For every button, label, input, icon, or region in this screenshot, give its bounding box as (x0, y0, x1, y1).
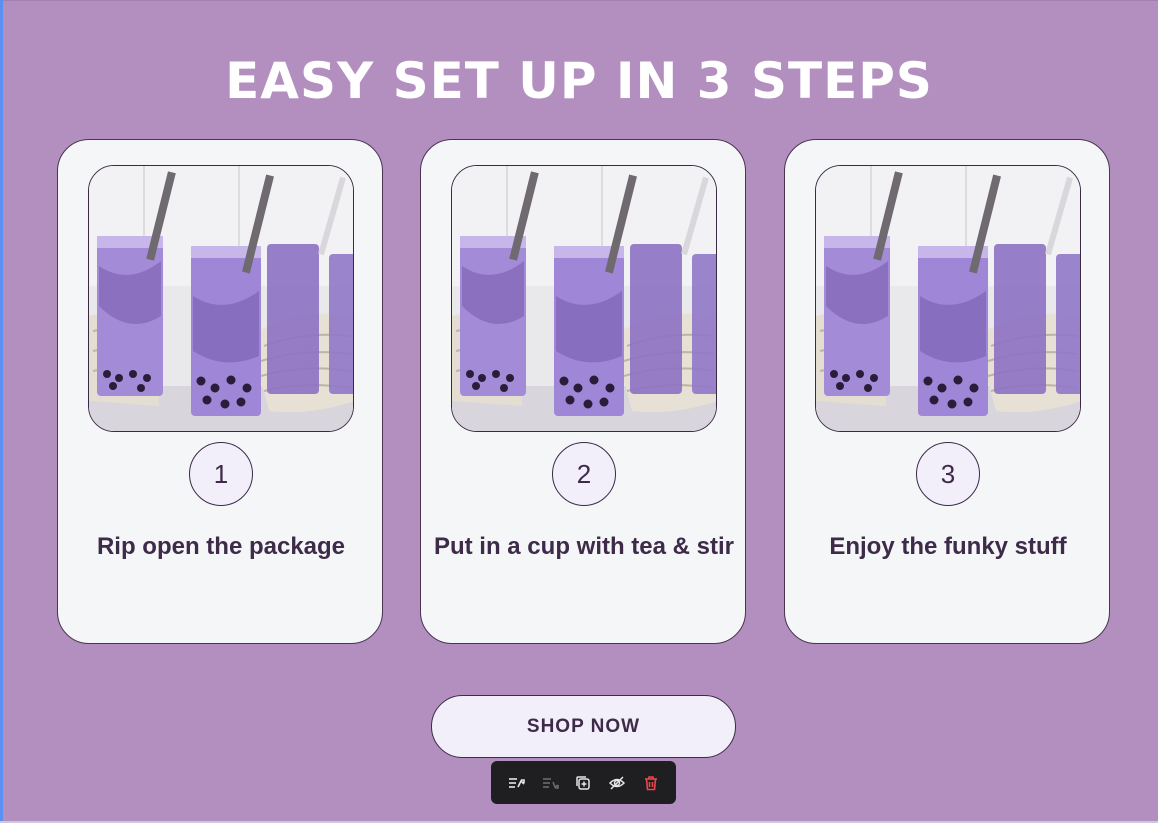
step-number: 1 (189, 442, 253, 506)
move-down-icon[interactable] (540, 773, 560, 793)
section-title: EASY SET UP IN 3 STEPS (225, 52, 933, 110)
top-edge (0, 0, 1158, 1)
bubble-tea-photo (451, 165, 717, 432)
step-card-3: 3 Enjoy the funky stuff (784, 139, 1110, 644)
selection-edge (0, 0, 3, 823)
duplicate-icon[interactable] (573, 773, 593, 793)
step-text: Enjoy the funky stuff (829, 533, 1067, 560)
delete-icon[interactable] (641, 773, 661, 793)
step-card-1: 1 Rip open the package (57, 139, 383, 644)
bubble-tea-photo (88, 165, 354, 432)
bubble-tea-photo (815, 165, 1081, 432)
move-up-icon[interactable] (506, 773, 526, 793)
shop-now-button[interactable]: SHOP NOW (431, 695, 736, 758)
step-number: 2 (552, 442, 616, 506)
editor-toolbar (491, 761, 676, 804)
step-text: Rip open the package (96, 533, 346, 560)
step-number: 3 (916, 442, 980, 506)
step-text: Put in a cup with tea & stir (433, 533, 735, 560)
step-card-2: 2 Put in a cup with tea & stir (420, 139, 746, 644)
hide-icon[interactable] (607, 773, 627, 793)
